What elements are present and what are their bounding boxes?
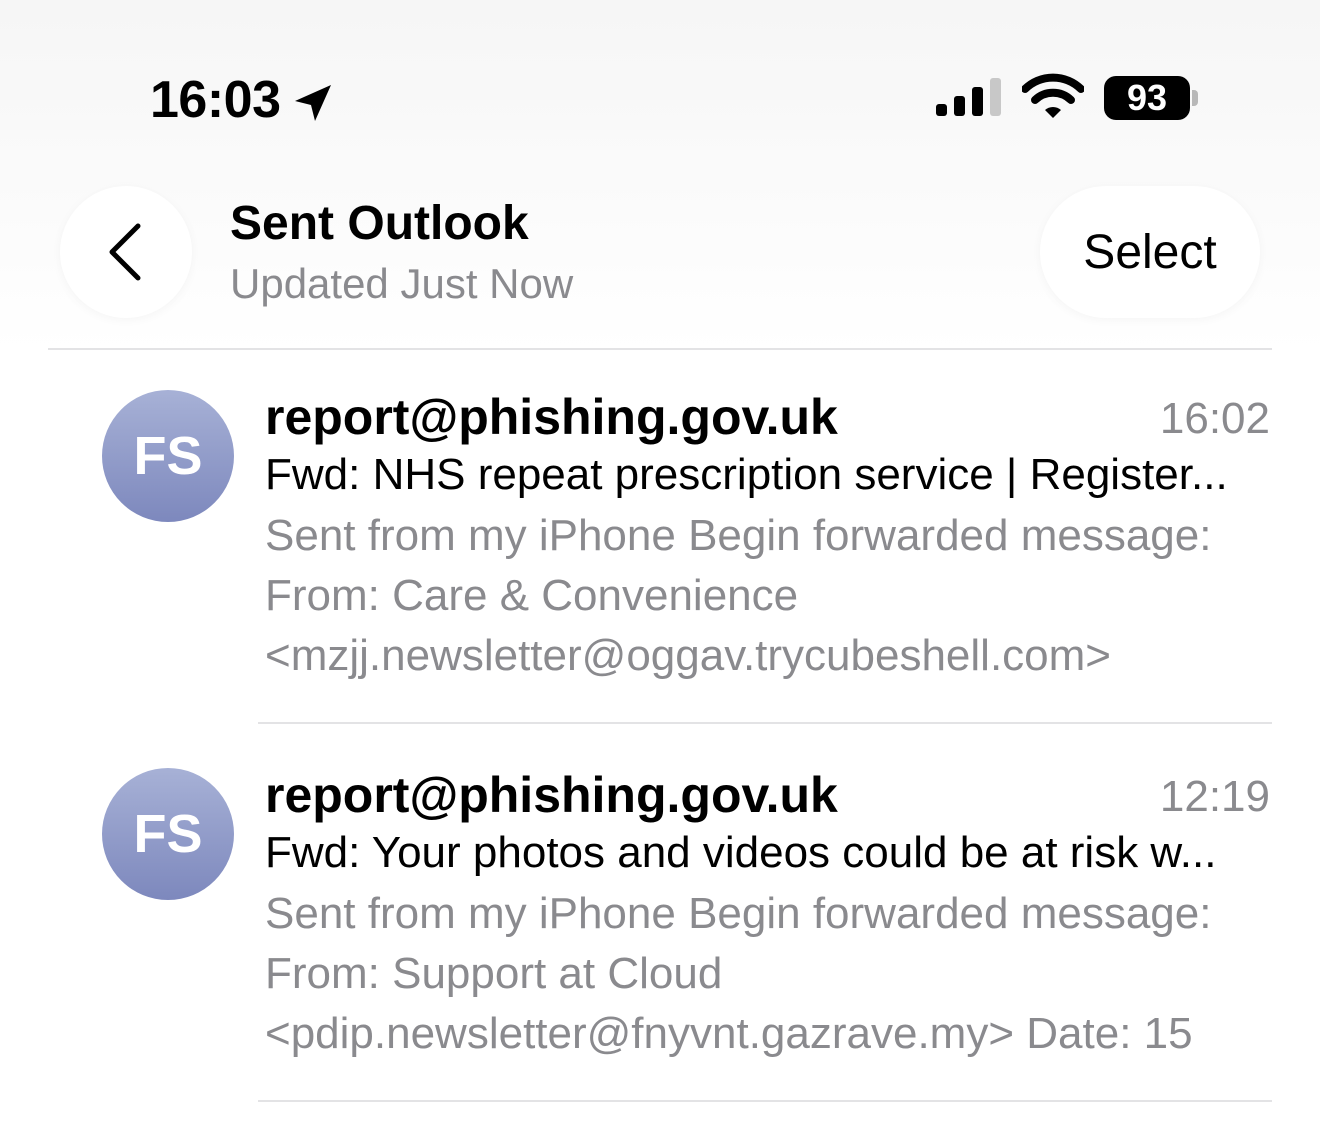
status-time: 16:03	[150, 70, 335, 130]
preview-line: Sent from my iPhone Begin forwarded mess…	[265, 511, 1212, 560]
message-sender: report@phishing.gov.uk	[265, 767, 838, 823]
message-preview: Sent from my iPhone Begin forwarded mess…	[265, 506, 1275, 686]
message-sender: report@phishing.gov.uk	[265, 389, 838, 445]
chevron-left-icon	[109, 223, 141, 281]
page-title: Sent Outlook	[230, 197, 529, 250]
page-subtitle: Updated Just Now	[230, 260, 574, 307]
wifi-icon	[1021, 72, 1085, 120]
avatar: FS	[102, 768, 234, 900]
preview-line: From: Support at Cloud	[265, 949, 723, 998]
avatar: FS	[102, 390, 234, 522]
back-button[interactable]	[60, 186, 192, 318]
message-subject: Fwd: Your photos and videos could be at …	[265, 828, 1217, 877]
message-time: 16:02	[1159, 394, 1270, 443]
signal-bars-icon	[936, 76, 1004, 118]
preview-line: <mzjj.newsletter@oggav.trycubeshell.com>	[265, 631, 1111, 680]
message-preview: Sent from my iPhone Begin forwarded mess…	[265, 884, 1275, 1064]
location-arrow-icon	[291, 78, 335, 122]
battery-icon: 93	[1104, 76, 1200, 120]
message-row[interactable]: FS report@phishing.gov.uk 12:19 Fwd: You…	[0, 730, 1320, 1108]
row-divider	[258, 722, 1272, 724]
preview-line: Sent from my iPhone Begin forwarded mess…	[265, 889, 1212, 938]
battery-cap	[1192, 90, 1198, 106]
battery-level: 93	[1104, 76, 1190, 120]
preview-line: From: Care & Convenience	[265, 571, 799, 620]
status-time-text: 16:03	[150, 71, 281, 129]
header-divider	[48, 348, 1272, 350]
message-row[interactable]: FS report@phishing.gov.uk 16:02 Fwd: NHS…	[0, 352, 1320, 730]
preview-line: <pdip.newsletter@fnyvnt.gazrave.my> Date…	[265, 1009, 1193, 1058]
select-button[interactable]: Select	[1040, 186, 1260, 318]
message-time: 12:19	[1159, 772, 1270, 821]
message-subject: Fwd: NHS repeat prescription service | R…	[265, 450, 1228, 499]
row-divider	[258, 1100, 1272, 1102]
